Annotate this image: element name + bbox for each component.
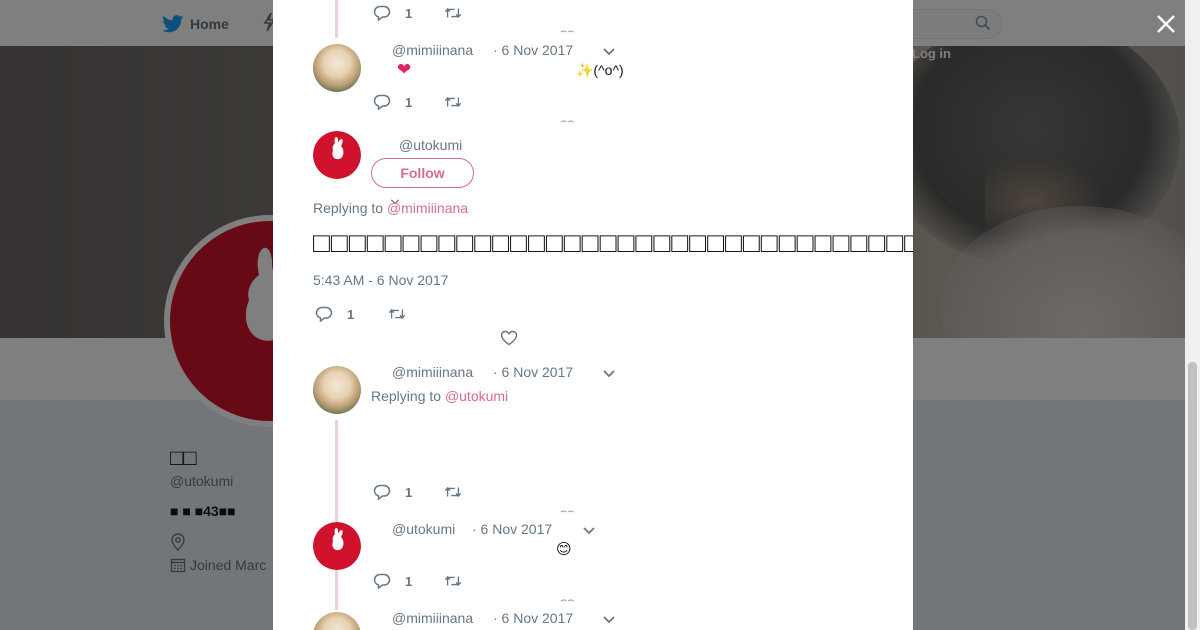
reply-icon[interactable] xyxy=(373,5,391,21)
replying-to: Replying to @utokumi xyxy=(371,388,508,404)
replying-to-link[interactable]: @mimiiinana xyxy=(387,200,468,216)
thread-line xyxy=(335,0,338,38)
replying-to-link[interactable]: @utokumi xyxy=(445,388,508,404)
caret-down-icon[interactable] xyxy=(582,526,596,536)
close-icon[interactable] xyxy=(1154,12,1178,36)
tweet-text: ✨(^o^) xyxy=(576,62,624,78)
retweet-icon[interactable] xyxy=(444,94,462,110)
tweet-actions: 1 xyxy=(373,5,462,21)
tweet-date[interactable]: · 6 Nov 2017 xyxy=(493,364,573,380)
retweet-icon[interactable] xyxy=(444,573,462,589)
replying-prefix: Replying to xyxy=(371,388,442,404)
tweet-timestamp[interactable]: 5:43 AM - 6 Nov 2017 xyxy=(313,272,448,288)
reply-count: 1 xyxy=(405,573,413,589)
reply-count: 1 xyxy=(405,5,413,21)
caret-down-icon[interactable] xyxy=(602,615,616,625)
page-scrollbar-thumb[interactable] xyxy=(1188,362,1197,630)
tweet-actions: 1 xyxy=(373,94,462,110)
reply-count: 1 xyxy=(347,306,355,322)
caret-down-icon[interactable] xyxy=(602,369,616,379)
retweet-icon[interactable] xyxy=(388,306,406,322)
replying-to: Replying to @mimiiinana xyxy=(313,200,468,216)
like-icon[interactable]: ⌢⌢ xyxy=(560,26,574,37)
main-tweet-text: □□□□□□□□□□□□□□□□□□□□□□□□□□□□□□□□□□□□□□□□… xyxy=(313,227,913,258)
caret-down-icon[interactable] xyxy=(602,47,616,57)
like-icon[interactable] xyxy=(500,330,518,346)
tweet-text: 😊 xyxy=(556,541,572,558)
like-icon[interactable]: ⌢⌢ xyxy=(560,595,574,606)
tweet-actions: 1 xyxy=(373,484,462,500)
tweet-handle[interactable]: @mimiiinana xyxy=(392,610,473,626)
thread-line xyxy=(335,570,338,610)
tweet-text: ❤ xyxy=(397,60,412,79)
retweet-icon[interactable] xyxy=(444,5,462,21)
avatar[interactable] xyxy=(313,522,361,570)
reply-icon[interactable] xyxy=(373,484,391,500)
tweet-handle[interactable]: @mimiiinana xyxy=(392,364,473,380)
reply-count: 1 xyxy=(405,94,413,110)
like-icon[interactable]: ⌢⌢ xyxy=(560,116,574,127)
tweet-handle[interactable]: @utokumi xyxy=(399,137,462,153)
tweet-date[interactable]: · 6 Nov 2017 xyxy=(493,610,573,626)
avatar[interactable] xyxy=(313,131,361,179)
reply-icon[interactable] xyxy=(373,573,391,589)
tweet-permalink-modal: 1 ⌢⌢ @mimiiinana · 6 Nov 2017 ❤ ✨(^o^) 1… xyxy=(273,0,913,630)
avatar[interactable] xyxy=(313,44,361,92)
tweet-date[interactable]: · 6 Nov 2017 xyxy=(472,521,552,537)
thread-line xyxy=(335,420,338,522)
retweet-icon[interactable] xyxy=(444,484,462,500)
avatar[interactable] xyxy=(313,612,361,630)
like-icon[interactable]: ⌢⌢ xyxy=(560,506,574,517)
tweet-actions: 1 xyxy=(373,573,462,589)
avatar[interactable] xyxy=(313,366,361,414)
reply-icon[interactable] xyxy=(373,94,391,110)
follow-button[interactable]: Follow xyxy=(371,158,474,188)
reply-icon[interactable] xyxy=(315,306,333,322)
replying-prefix: Replying to xyxy=(313,200,384,216)
tweet-date[interactable]: · 6 Nov 2017 xyxy=(493,42,573,58)
reply-count: 1 xyxy=(405,484,413,500)
tweet-handle[interactable]: @mimiiinana xyxy=(392,42,473,58)
tweet-handle[interactable]: @utokumi xyxy=(392,521,455,537)
tweet-actions: 1 xyxy=(315,306,406,322)
